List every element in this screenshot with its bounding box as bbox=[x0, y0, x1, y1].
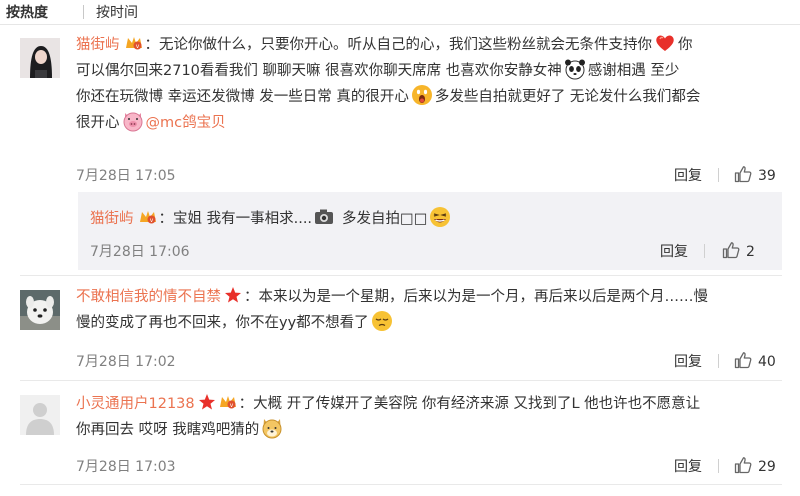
thumbs-up-icon bbox=[734, 352, 752, 369]
like-count: 40 bbox=[758, 354, 776, 370]
comment-divider bbox=[20, 484, 782, 485]
comment-text-line: ：大概 开了传媒开了美容院 你有经济来源 又找到了L 他也许也不愿意让 bbox=[238, 396, 701, 412]
camera-icon bbox=[314, 206, 334, 228]
tab-by-hot[interactable]: 按热度 bbox=[6, 2, 48, 22]
like-button[interactable]: 39 bbox=[734, 165, 776, 184]
comment-time: 7月28日 17:05 bbox=[76, 168, 176, 184]
reply-button[interactable]: 回复 bbox=[674, 351, 702, 371]
sort-tab-bar: 按热度 按时间 bbox=[0, 0, 800, 25]
vip-crown-badge-icon: v bbox=[218, 394, 238, 410]
reply-text: 多发自拍□□ bbox=[342, 211, 428, 227]
comment-text-line: 多发些自拍就更好了 无论发什么我们都会 bbox=[434, 89, 701, 105]
mention-link[interactable]: @mc鸽宝贝 bbox=[146, 115, 226, 131]
sleepy-emoji-icon bbox=[371, 310, 393, 332]
like-button[interactable]: 40 bbox=[734, 351, 776, 370]
comment-text-line: 你再回去 哎呀 我瞎鸡吧猜的 bbox=[76, 422, 260, 438]
comment-text-line: ：无论你做什么，只要你开心。听从自己的心，我们这些粉丝就会无条件支持你 bbox=[144, 37, 653, 53]
comment-body: 猫街屿 v ：无论你做什么，只要你开心。听从自己的心，我们这些粉丝就会无条件支持你你… bbox=[76, 32, 776, 136]
comment-username[interactable]: 猫街屿 bbox=[76, 37, 120, 53]
comment-text-line: 可以偶尔回来2710看看我们 聊聊天嘛 很喜欢你聊天席席 也喜欢你安静女神 bbox=[76, 63, 562, 79]
avatar[interactable] bbox=[20, 290, 60, 330]
action-divider bbox=[718, 354, 719, 368]
panda-emoji-icon bbox=[564, 58, 586, 80]
comment-body: 小灵通用户12138 v ：大概 开了传媒开了美容院 你有经济来源 又找到了L 他也… bbox=[76, 391, 776, 443]
thumbs-up-icon bbox=[734, 457, 752, 474]
comment-text-line: ：本来以为是一个星期，后来以为是一个月，再后来以后是两个月……慢 bbox=[244, 289, 708, 305]
like-button[interactable]: 29 bbox=[734, 456, 776, 475]
action-divider bbox=[718, 459, 719, 473]
comment-divider bbox=[20, 380, 782, 381]
action-divider bbox=[704, 244, 705, 258]
like-button[interactable]: 2 bbox=[722, 241, 755, 260]
vip-crown-badge-icon: v bbox=[124, 35, 144, 51]
laugh-emoji-icon bbox=[429, 206, 451, 228]
tab-by-time[interactable]: 按时间 bbox=[96, 2, 138, 22]
like-count: 2 bbox=[746, 244, 755, 260]
comment-body: 不敢相信我的情不自禁 ：本来以为是一个星期，后来以为是一个月，再后来以后是两个月…… bbox=[76, 284, 776, 336]
avatar[interactable] bbox=[20, 38, 60, 78]
vip-crown-badge-icon: v bbox=[138, 209, 158, 225]
comment-text-line: 感谢相遇 至少 bbox=[587, 63, 680, 79]
comment-time: 7月28日 17:02 bbox=[76, 354, 176, 370]
tab-divider bbox=[83, 5, 84, 19]
comment-username[interactable]: 小灵通用户12138 bbox=[76, 396, 195, 412]
thumbs-up-icon bbox=[734, 166, 752, 183]
like-count: 39 bbox=[758, 168, 776, 184]
heart-emoji-icon bbox=[654, 32, 676, 54]
pig-emoji-icon bbox=[122, 110, 144, 132]
comment-text-line: 很开心 bbox=[76, 115, 120, 131]
scream-emoji-icon bbox=[411, 84, 433, 106]
comment-time: 7月28日 17:03 bbox=[76, 459, 176, 475]
red-star-icon bbox=[224, 284, 242, 306]
reply-username[interactable]: 猫街屿 bbox=[90, 211, 134, 227]
avatar[interactable] bbox=[20, 395, 60, 435]
comment-text-line: 你还在玩微博 幸运还发微博 发一些日常 真的很开心 bbox=[76, 89, 409, 105]
reply-button[interactable]: 回复 bbox=[674, 456, 702, 476]
comment-username[interactable]: 不敢相信我的情不自禁 bbox=[76, 289, 221, 305]
reply-body: 猫街屿 v ：宝姐 我有一事相求.... 多发自拍□□ bbox=[90, 206, 453, 232]
action-divider bbox=[718, 168, 719, 182]
svg-text:v: v bbox=[135, 43, 139, 50]
comment-text-line: 慢的变成了再也不回来，你不在yy都不想看了 bbox=[76, 315, 369, 331]
svg-text:v: v bbox=[229, 402, 233, 409]
reply-text: ：宝姐 我有一事相求.... bbox=[158, 211, 313, 227]
reply-button[interactable]: 回复 bbox=[674, 165, 702, 185]
comment-divider bbox=[20, 275, 782, 276]
reply-button[interactable]: 回复 bbox=[660, 241, 688, 261]
reply-time: 7月28日 17:06 bbox=[90, 244, 190, 260]
like-count: 29 bbox=[758, 459, 776, 475]
thumbs-up-icon bbox=[722, 242, 740, 259]
dog-emoji-icon bbox=[261, 417, 283, 439]
svg-text:v: v bbox=[149, 217, 153, 224]
red-star-icon bbox=[198, 391, 216, 413]
